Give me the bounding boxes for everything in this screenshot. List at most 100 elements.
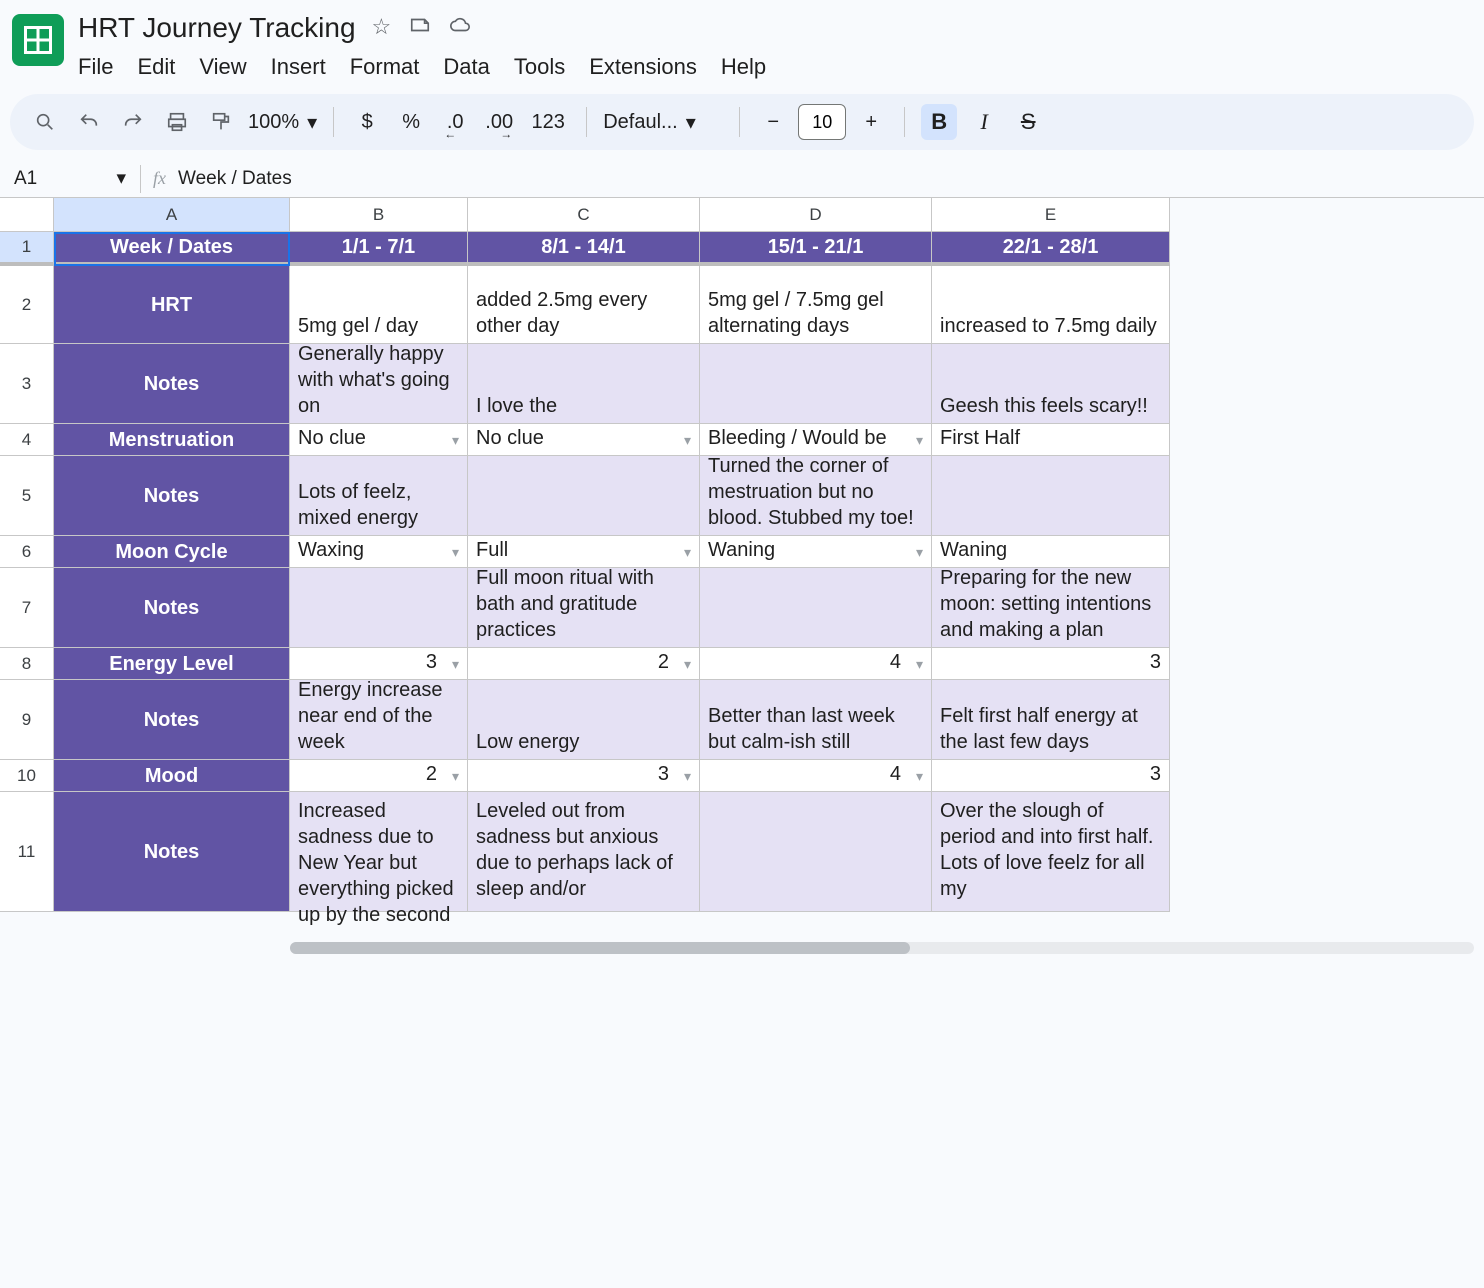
menu-file[interactable]: File: [78, 54, 113, 80]
cell-d2[interactable]: 5mg gel / 7.5mg gel alternating days: [700, 266, 932, 344]
menu-format[interactable]: Format: [350, 54, 420, 80]
bold-button[interactable]: B: [921, 104, 957, 140]
cell-c11[interactable]: Leveled out from sadness but anxious due…: [468, 792, 700, 912]
cell-c9[interactable]: Low energy: [468, 680, 700, 760]
horizontal-scrollbar[interactable]: [290, 942, 1474, 954]
cell-d9[interactable]: Better than last week but calm-ish still: [700, 680, 932, 760]
col-header-d[interactable]: D: [700, 198, 932, 232]
cell-c2[interactable]: added 2.5mg every other day: [468, 266, 700, 344]
row-header-4[interactable]: 4: [0, 424, 54, 456]
font-selector[interactable]: Defaul... ▾: [603, 110, 723, 135]
cell-c6[interactable]: Full: [468, 536, 700, 568]
cell-e11[interactable]: Over the slough of period and into first…: [932, 792, 1170, 912]
cell-c8[interactable]: 2: [468, 648, 700, 680]
format-percent-button[interactable]: %: [394, 105, 428, 139]
number-format-button[interactable]: 123: [526, 105, 570, 139]
cell-a5[interactable]: Notes: [54, 456, 290, 536]
increase-decimal-button[interactable]: .00 →: [482, 105, 516, 139]
cell-d5[interactable]: Turned the corner of mestruation but no …: [700, 456, 932, 536]
cell-e3[interactable]: Geesh this feels scary!!: [932, 344, 1170, 424]
cell-c4[interactable]: No clue: [468, 424, 700, 456]
cell-a2[interactable]: HRT: [54, 266, 290, 344]
zoom-selector[interactable]: 100% ▾: [248, 110, 317, 135]
redo-icon[interactable]: [116, 105, 150, 139]
cell-d3[interactable]: [700, 344, 932, 424]
cell-c10[interactable]: 3: [468, 760, 700, 792]
cell-e4[interactable]: First Half: [932, 424, 1170, 456]
cell-c3[interactable]: I love the: [468, 344, 700, 424]
cell-a7[interactable]: Notes: [54, 568, 290, 648]
cell-b11[interactable]: Increased sadness due to New Year but ev…: [290, 792, 468, 912]
menu-tools[interactable]: Tools: [514, 54, 565, 80]
row-header-1[interactable]: 1: [0, 232, 54, 266]
cell-d11[interactable]: [700, 792, 932, 912]
cell-b4[interactable]: No clue: [290, 424, 468, 456]
row-header-6[interactable]: 6: [0, 536, 54, 568]
col-header-b[interactable]: B: [290, 198, 468, 232]
cell-b1[interactable]: 1/1 - 7/1: [290, 232, 468, 266]
cell-b6[interactable]: Waxing: [290, 536, 468, 568]
formula-input[interactable]: Week / Dates: [178, 168, 292, 190]
cell-e2[interactable]: increased to 7.5mg daily: [932, 266, 1170, 344]
cell-e10[interactable]: 3: [932, 760, 1170, 792]
menu-extensions[interactable]: Extensions: [589, 54, 697, 80]
search-icon[interactable]: [28, 105, 62, 139]
decrease-decimal-button[interactable]: .0 ←: [438, 105, 472, 139]
cell-e8[interactable]: 3: [932, 648, 1170, 680]
row-header-3[interactable]: 3: [0, 344, 54, 424]
cell-d7[interactable]: [700, 568, 932, 648]
cell-d8[interactable]: 4: [700, 648, 932, 680]
cell-b3[interactable]: Generally happy with what's going on: [290, 344, 468, 424]
menu-view[interactable]: View: [199, 54, 246, 80]
col-header-e[interactable]: E: [932, 198, 1170, 232]
cell-d1[interactable]: 15/1 - 21/1: [700, 232, 932, 266]
decrease-font-button[interactable]: −: [756, 105, 790, 139]
cell-c5[interactable]: [468, 456, 700, 536]
format-currency-button[interactable]: $: [350, 105, 384, 139]
star-icon[interactable]: ☆: [372, 14, 392, 42]
paint-format-icon[interactable]: [204, 105, 238, 139]
cell-a11[interactable]: Notes: [54, 792, 290, 912]
print-icon[interactable]: [160, 105, 194, 139]
menu-edit[interactable]: Edit: [137, 54, 175, 80]
name-box[interactable]: A1 ▾: [0, 160, 140, 197]
scrollbar-thumb[interactable]: [290, 942, 910, 954]
row-header-11[interactable]: 11: [0, 792, 54, 912]
cell-a8[interactable]: Energy Level: [54, 648, 290, 680]
cell-d10[interactable]: 4: [700, 760, 932, 792]
italic-button[interactable]: I: [967, 105, 1001, 139]
col-header-c[interactable]: C: [468, 198, 700, 232]
cell-b10[interactable]: 2: [290, 760, 468, 792]
move-icon[interactable]: [409, 14, 431, 42]
cell-e1[interactable]: 22/1 - 28/1: [932, 232, 1170, 266]
cell-e7[interactable]: Preparing for the new moon: setting inte…: [932, 568, 1170, 648]
cell-d4[interactable]: Bleeding / Would be: [700, 424, 932, 456]
row-header-2[interactable]: 2: [0, 266, 54, 344]
spreadsheet-grid[interactable]: A B C D E 1 Week / Dates 1/1 - 7/1 8/1 -…: [0, 198, 1484, 958]
cell-a9[interactable]: Notes: [54, 680, 290, 760]
menu-insert[interactable]: Insert: [271, 54, 326, 80]
cell-e5[interactable]: [932, 456, 1170, 536]
sheets-logo[interactable]: [12, 14, 64, 66]
cell-a1[interactable]: Week / Dates: [54, 232, 290, 266]
undo-icon[interactable]: [72, 105, 106, 139]
cell-b5[interactable]: Lots of feelz, mixed energy: [290, 456, 468, 536]
cloud-status-icon[interactable]: [449, 14, 471, 42]
font-size-input[interactable]: [798, 104, 846, 140]
cell-d6[interactable]: Waning: [700, 536, 932, 568]
cell-c7[interactable]: Full moon ritual with bath and gratitude…: [468, 568, 700, 648]
menu-help[interactable]: Help: [721, 54, 766, 80]
cell-b9[interactable]: Energy increase near end of the week: [290, 680, 468, 760]
row-header-7[interactable]: 7: [0, 568, 54, 648]
cell-a4[interactable]: Menstruation: [54, 424, 290, 456]
cell-e6[interactable]: Waning: [932, 536, 1170, 568]
cell-c1[interactable]: 8/1 - 14/1: [468, 232, 700, 266]
select-all-corner[interactable]: [0, 198, 54, 232]
cell-a10[interactable]: Mood: [54, 760, 290, 792]
cell-b8[interactable]: 3: [290, 648, 468, 680]
row-header-8[interactable]: 8: [0, 648, 54, 680]
row-header-5[interactable]: 5: [0, 456, 54, 536]
cell-a3[interactable]: Notes: [54, 344, 290, 424]
cell-e9[interactable]: Felt first half energy at the last few d…: [932, 680, 1170, 760]
strikethrough-button[interactable]: S: [1011, 105, 1045, 139]
